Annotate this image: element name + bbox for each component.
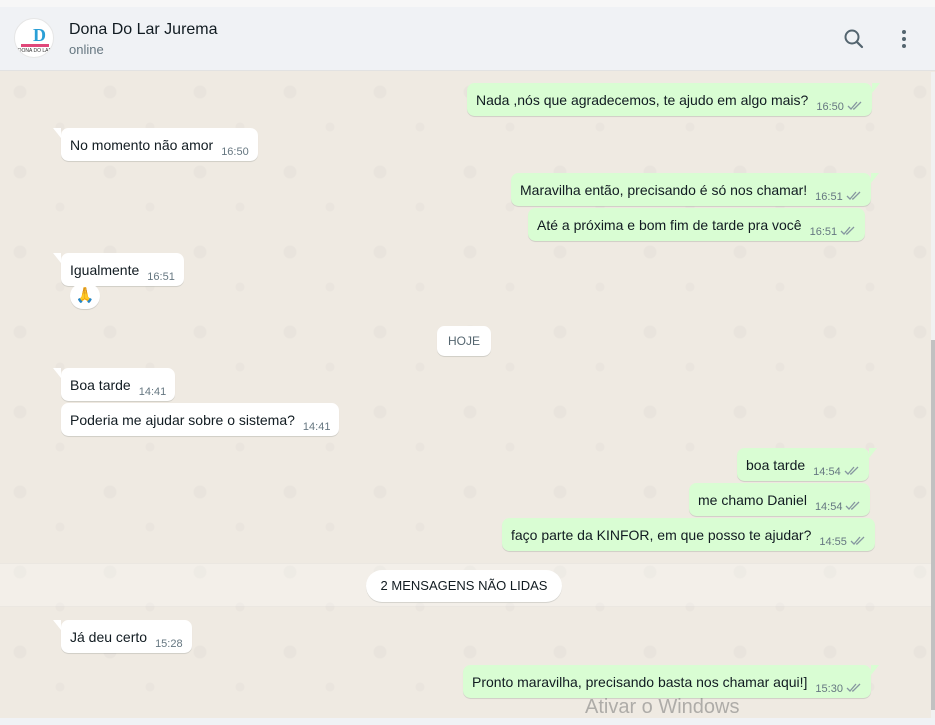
- message-text: Igualmente: [70, 262, 140, 278]
- window-bottom-strip: [0, 718, 935, 725]
- double-check-icon: [850, 536, 865, 545]
- contact-name[interactable]: Dona Do Lar Jurema: [69, 21, 218, 39]
- message-text: boa tarde: [746, 457, 806, 473]
- message-text: Poderia me ajudar sobre o sistema?: [70, 412, 295, 428]
- message-time: 16:50: [221, 146, 249, 158]
- message-out[interactable]: Até a próxima e bom fim de tarde pra voc…: [528, 208, 866, 241]
- message-time: 14:54: [813, 465, 860, 478]
- double-check-icon: [847, 101, 862, 110]
- message-text: Pronto maravilha, precisando basta nos c…: [472, 674, 808, 690]
- message-time: 16:51: [815, 190, 862, 203]
- double-check-icon: [844, 466, 859, 475]
- chat-header: D DONA DO LAR Dona Do Lar Jurema online: [0, 7, 935, 71]
- menu-button[interactable]: [890, 25, 918, 53]
- message-in[interactable]: Boa tarde 14:41: [52, 368, 176, 401]
- message-time: 16:51: [810, 225, 857, 238]
- message-out[interactable]: Maravilha então, precisando é só nos cha…: [511, 173, 879, 206]
- double-check-icon: [846, 683, 861, 692]
- double-check-icon: [840, 226, 855, 235]
- dona-do-lar-logo: D DONA DO LAR: [18, 25, 53, 54]
- message-text: Nada ,nós que agradecemos, te ajudo em a…: [476, 92, 809, 108]
- menu-dots-icon: [902, 30, 906, 48]
- contact-status: online: [69, 42, 104, 57]
- message-out[interactable]: Nada ,nós que agradecemos, te ajudo em a…: [467, 83, 880, 116]
- message-time: 15:30: [815, 682, 862, 695]
- message-time: 14:54: [815, 500, 862, 513]
- message-in[interactable]: Já deu certo 15:28: [53, 620, 192, 653]
- message-reaction[interactable]: 🙏: [70, 283, 100, 309]
- message-text: faço parte da KINFOR, em que posso te aj…: [511, 527, 812, 543]
- message-time: 14:41: [302, 421, 331, 433]
- message-in[interactable]: No momento não amor 16:50: [53, 128, 258, 161]
- date-divider: HOJE: [437, 326, 491, 356]
- double-check-icon: [846, 501, 860, 510]
- windows-activation-watermark: Ativar o Windows: [585, 696, 740, 718]
- message-text: Até a próxima e bom fim de tarde pra voc…: [537, 217, 802, 233]
- message-out[interactable]: Pronto maravilha, precisando basta nos c…: [463, 665, 879, 698]
- message-time: 15:28: [155, 638, 183, 650]
- double-check-icon: [846, 191, 861, 200]
- message-text: Boa tarde: [70, 377, 131, 393]
- scrollbar-thumb[interactable]: [931, 340, 935, 710]
- message-time: 16:51: [147, 271, 175, 283]
- message-text: No momento não amor: [70, 137, 214, 153]
- message-out[interactable]: me chamo Daniel 14:54: [689, 483, 871, 516]
- search-button[interactable]: [840, 25, 868, 53]
- svg-text:DONA DO LAR: DONA DO LAR: [18, 48, 53, 54]
- window-top-strip: [0, 0, 935, 7]
- message-out[interactable]: faço parte da KINFOR, em que posso te aj…: [502, 518, 875, 551]
- svg-text:D: D: [33, 25, 46, 45]
- message-text: Maravilha então, precisando é só nos cha…: [520, 182, 808, 198]
- message-time: 14:55: [819, 535, 866, 548]
- message-in[interactable]: Poderia me ajudar sobre o sistema? 14:41: [61, 403, 340, 436]
- message-time: 16:50: [816, 100, 863, 113]
- message-time: 14:41: [138, 386, 167, 398]
- message-out[interactable]: boa tarde 14:54: [737, 448, 877, 481]
- contact-avatar[interactable]: D DONA DO LAR: [14, 18, 54, 58]
- message-text: Já deu certo: [70, 629, 148, 645]
- message-text: me chamo Daniel: [698, 492, 807, 508]
- search-icon: [844, 29, 864, 49]
- message-in[interactable]: Igualmente 16:51: [53, 253, 184, 286]
- unread-messages-divider: 2 MENSAGENS NÃO LIDAS: [366, 570, 562, 602]
